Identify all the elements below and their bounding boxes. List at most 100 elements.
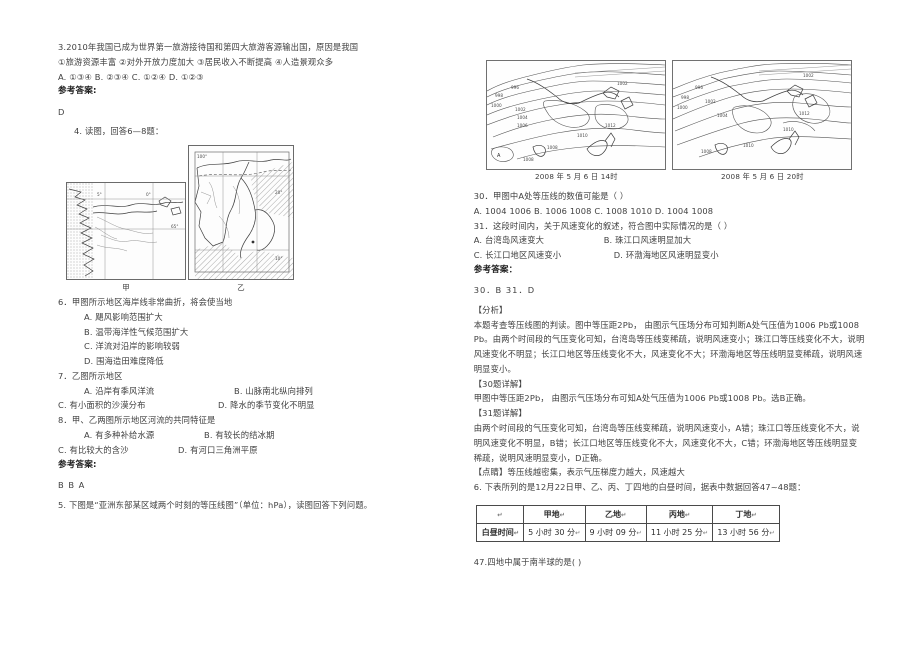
svg-text:1008: 1008 bbox=[547, 145, 558, 150]
q6-option-c: C. 洋流对沿岸的影响较弱 bbox=[84, 341, 180, 352]
svg-text:0°: 0° bbox=[146, 192, 151, 197]
svg-text:1010: 1010 bbox=[743, 143, 754, 148]
svg-text:A: A bbox=[497, 153, 501, 159]
q31-option-d: D. 环渤海地区风速明显变小 bbox=[613, 250, 719, 261]
q7-stem: 7．乙图所示地区 bbox=[58, 370, 123, 381]
q7-option-c: C. 有小面积的沙漠分布 bbox=[58, 400, 146, 411]
table-row: 白昼时间↵ 5 小时 30 分↵ 9 小时 09 分↵ 11 小时 25 分↵ … bbox=[475, 522, 780, 542]
svg-text:5°: 5° bbox=[97, 192, 102, 197]
right-column: 996 998 1000 1002 1004 1006 1002 1012 10… bbox=[474, 40, 865, 641]
q31-stem: 31．这段时间内，关于风速变化的叙述，符合图中实际情况的是（ ） bbox=[473, 220, 733, 231]
q8-stem: 8．甲、乙两图所示地区河流的共同特征是 bbox=[58, 415, 216, 426]
table-header-jia: 甲地↵ bbox=[523, 504, 586, 524]
q8-option-d: D. 有河口三角洲平原 bbox=[178, 444, 258, 455]
q6-option-b: B. 温带海洋性气候范围扩大 bbox=[84, 326, 189, 337]
q7-option-d: D. 降水的季节变化不明显 bbox=[218, 400, 315, 411]
detail30-title: 【30题详解】 bbox=[473, 378, 527, 389]
q6-stem: 6．甲图所示地区海岸线非常曲折，将会使当地 bbox=[58, 297, 233, 308]
svg-text:1004: 1004 bbox=[717, 113, 728, 118]
table-row-label: 白昼时间↵ bbox=[475, 522, 525, 542]
svg-text:1002: 1002 bbox=[705, 99, 716, 104]
q5-stem: 5. 下图是“亚洲东部某区域两个时刻的等压线图”（单位：hPa），读图回答下列问… bbox=[58, 499, 373, 510]
table-corner-cell: ↵ bbox=[475, 504, 525, 524]
figure-isobar-maps: 996 998 1000 1002 1004 1006 1002 1012 10… bbox=[474, 60, 865, 182]
svg-text:998: 998 bbox=[681, 95, 689, 100]
q3-options: A. ①③④ B. ②③④ C. ①②④ D. ①②③ bbox=[58, 71, 204, 82]
q4-stem: 4. 读图，回答6—8题： bbox=[74, 126, 164, 137]
q8-option-a: A. 有多种补给水源 bbox=[84, 430, 155, 441]
map-yi-caption: 乙 bbox=[237, 283, 245, 293]
q3-stem: 3.2010年我国已成为世界第一旅游接待国和第四大旅游客源输出国，原因是我国 bbox=[58, 42, 359, 52]
map-yi: 100° 20° 10° bbox=[188, 145, 294, 281]
svg-text:1002: 1002 bbox=[617, 81, 628, 86]
table-cell-yi: 9 小时 09 分↵ bbox=[584, 522, 647, 542]
analysis-title: 【分析】 bbox=[473, 304, 508, 315]
isobar-map-20h: 996 998 1000 1002 1004 1002 1012 1010 10… bbox=[672, 60, 853, 170]
svg-text:1010: 1010 bbox=[783, 127, 794, 132]
table-cell-bing: 11 小时 25 分↵ bbox=[645, 522, 714, 542]
svg-text:1004: 1004 bbox=[517, 115, 528, 120]
q7-option-b: B. 山脉南北纵向排列 bbox=[234, 385, 313, 396]
svg-text:1002: 1002 bbox=[515, 107, 526, 112]
table-header-yi: 乙地↵ bbox=[584, 504, 647, 524]
q3-answer: D bbox=[58, 106, 66, 117]
svg-text:998: 998 bbox=[495, 93, 503, 98]
q31-option-b: B. 珠江口风速明显加大 bbox=[603, 235, 692, 246]
q8-options-row2: C. 有比较大的含沙 D. 有河口三角洲平原 bbox=[58, 443, 432, 458]
two-column-layout: 3.2010年我国已成为世界第一旅游接待国和第四大旅游客源输出国，原因是我国 ①… bbox=[58, 40, 865, 641]
detail31-body: 由两个时间段的气压变化可知，台湾岛等压线变稀疏，说明风速变小，A错；珠江口等压线… bbox=[473, 423, 860, 463]
svg-text:1012: 1012 bbox=[799, 111, 810, 116]
document-page: 3.2010年我国已成为世界第一旅游接待国和第四大旅游客源输出国，原因是我国 ①… bbox=[0, 0, 920, 651]
left-column: 3.2010年我国已成为世界第一旅游接待国和第四大旅游客源输出国，原因是我国 ①… bbox=[58, 40, 432, 641]
table-cell-ding: 13 小时 56 分↵ bbox=[712, 522, 780, 542]
tip-line: 【点睛】等压线越密集，表示气压梯度力越大，风速越大 bbox=[474, 465, 865, 480]
q47-stem: 47.四地中属于南半球的是( ) bbox=[473, 556, 582, 567]
table-header-ding: 丁地↵ bbox=[712, 504, 780, 524]
svg-text:20°: 20° bbox=[275, 190, 282, 195]
svg-text:65°: 65° bbox=[171, 224, 178, 229]
q30-stem: 30．甲图中A处等压线的数值可能是（ ） bbox=[473, 191, 629, 201]
detail31-title: 【31题详解】 bbox=[473, 408, 527, 419]
isobar-caption-right: 2008 年 5 月 6 日 20时 bbox=[721, 172, 804, 181]
svg-text:1002: 1002 bbox=[803, 73, 814, 78]
svg-text:1008: 1008 bbox=[523, 157, 534, 162]
q8-options-row1: A. 有多种补给水源 B. 有较长的结冰期 bbox=[58, 428, 432, 443]
q7-option-a: A. 沿岸有季风洋流 bbox=[84, 385, 155, 396]
svg-text:1010: 1010 bbox=[577, 133, 588, 138]
svg-text:1008: 1008 bbox=[701, 149, 712, 154]
q7-options-row2: C. 有小面积的沙漠分布 D. 降水的季节变化不明显 bbox=[58, 398, 432, 413]
q3-answer-label: 参考答案: bbox=[58, 86, 97, 97]
q8-answer-label: 参考答案: bbox=[58, 459, 97, 470]
table-header-row: ↵ 甲地↵ 乙地↵ 丙地↵ 丁地↵ bbox=[475, 504, 780, 524]
table-cell-jia: 5 小时 30 分↵ bbox=[523, 522, 586, 542]
q8-option-b: B. 有较长的结冰期 bbox=[204, 430, 275, 441]
svg-text:996: 996 bbox=[695, 85, 703, 90]
svg-text:1006: 1006 bbox=[517, 123, 528, 128]
analysis-body: 本题考查等压线图的判读。图中等压距2Pb， 由图示气压场分布可知判断A处气压值为… bbox=[473, 319, 865, 374]
table-header-bing: 丙地↵ bbox=[645, 504, 714, 524]
q8-answer: B B A bbox=[58, 479, 86, 490]
q30-options: A. 1004 1006 B. 1006 1008 C. 1008 1010 D… bbox=[473, 205, 714, 216]
svg-text:10°: 10° bbox=[275, 256, 282, 261]
tip-title: 【点睛】 bbox=[473, 467, 508, 478]
isobar-map-14h: 996 998 1000 1002 1004 1006 1002 1012 10… bbox=[486, 60, 667, 170]
svg-text:100°: 100° bbox=[197, 154, 207, 159]
figure-jia-yi: 5° 0° 65° 甲 100° 20° 10° 乙 bbox=[58, 145, 432, 293]
q31-option-c: C. 长江口地区风速变小 bbox=[473, 250, 562, 261]
q31-options-row2: C. 长江口地区风速变小 D. 环渤海地区风速明显变小 bbox=[474, 248, 865, 263]
tip-body: 等压线越密集，表示气压梯度力越大，风速越大 bbox=[507, 467, 685, 478]
svg-text:1012: 1012 bbox=[605, 123, 616, 128]
right-answers: 30．B 31．D bbox=[473, 285, 536, 296]
q31-options-row1: A. 台湾岛风速变大 B. 珠江口风速明显加大 bbox=[474, 233, 865, 248]
map-jia: 5° 0° 65° bbox=[66, 182, 186, 281]
q6-option-a: A. 飓风影响范围扩大 bbox=[84, 311, 163, 322]
daylight-table: ↵ 甲地↵ 乙地↵ 丙地↵ 丁地↵ 白昼时间↵ 5 小时 30 分↵ 9 小时 … bbox=[475, 504, 780, 542]
q6-option-d: D. 围海造田难度降低 bbox=[84, 356, 164, 367]
detail30-body: 甲图中等压距2Pb， 由图示气压场分布可知A处气压值为1006 Pb或1008 … bbox=[473, 393, 811, 404]
isobar-caption-left: 2008 年 5 月 6 日 14时 bbox=[535, 172, 618, 181]
q8-option-c: C. 有比较大的含沙 bbox=[58, 444, 129, 455]
svg-text:1000: 1000 bbox=[677, 105, 688, 110]
right-q6-stem: 6. 下表所列的是12月22日甲、乙、丙、丁四地的白昼时间，据表中数据回答47~… bbox=[473, 482, 806, 493]
q3-choices: ①旅游资源丰富 ②对外开放力度加大 ③居民收入不断提高 ④人造景观众多 bbox=[58, 56, 334, 67]
q7-options-row1: A. 沿岸有季风洋流 B. 山脉南北纵向排列 bbox=[58, 384, 432, 399]
